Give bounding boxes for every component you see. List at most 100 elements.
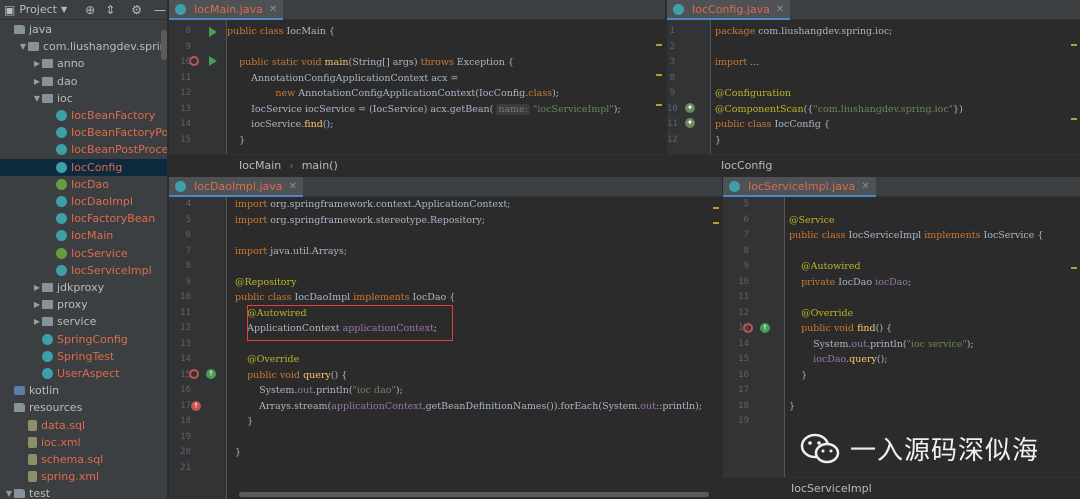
breadcrumb-item[interactable]: main() xyxy=(302,159,338,172)
project-scrollbar[interactable] xyxy=(161,30,167,60)
run-icon[interactable] xyxy=(209,27,217,37)
code-line[interactable]: System.out.println("ioc dao"); xyxy=(235,383,722,399)
expand-down-icon[interactable]: ▼ xyxy=(4,489,14,498)
tree-item[interactable]: ▶IocBeanFactoryPostPro xyxy=(0,124,167,141)
close-icon[interactable]: ✕ xyxy=(289,181,297,192)
code-line[interactable]: } xyxy=(789,368,1080,384)
code-area[interactable]: package com.liushangdev.spring.ioc; impor… xyxy=(715,20,1080,154)
code-line[interactable] xyxy=(789,414,1080,430)
tree-item[interactable]: ▶ proxy xyxy=(0,296,167,313)
project-view-icon[interactable]: ▣ xyxy=(4,3,15,17)
code-line[interactable] xyxy=(235,461,722,477)
gear-icon[interactable]: ⚙ xyxy=(131,3,142,17)
code-line[interactable] xyxy=(789,290,1080,306)
expand-right-icon[interactable]: ▶ xyxy=(32,283,42,292)
tree-item[interactable]: ▶SpringConfig xyxy=(0,331,167,348)
code-line[interactable]: public class IocServiceImpl implements I… xyxy=(789,228,1080,244)
tree-item[interactable]: ▶kotlin xyxy=(0,382,167,399)
code-line[interactable]: System.out.println("ioc service"); xyxy=(789,337,1080,353)
tree-item[interactable]: ▶resources xyxy=(0,399,167,416)
expand-right-icon[interactable]: ▶ xyxy=(32,300,42,309)
warning-marker[interactable] xyxy=(656,74,662,76)
close-icon[interactable]: ✕ xyxy=(776,4,784,15)
expand-down-icon[interactable]: ▼ xyxy=(32,94,42,103)
code-line[interactable]: iocService.find(); xyxy=(227,117,665,133)
code-line[interactable]: } xyxy=(235,445,722,461)
chevron-down-icon[interactable]: ▼ xyxy=(61,5,67,14)
code-line[interactable]: @Autowired xyxy=(789,259,1080,275)
run-icon[interactable] xyxy=(209,56,217,66)
warning-marker[interactable] xyxy=(1071,118,1077,120)
tree-item[interactable]: ▼ ioc xyxy=(0,90,167,107)
bean-icon[interactable]: ✦ xyxy=(685,103,695,113)
tree-item[interactable]: ▶ioc.xml xyxy=(0,434,167,451)
expand-right-icon[interactable]: ▶ xyxy=(32,317,42,326)
tree-item[interactable]: ▶UserAspect xyxy=(0,365,167,382)
code-line[interactable]: @Repository xyxy=(235,275,722,291)
code-area[interactable]: public class IocMain { public static voi… xyxy=(227,20,665,154)
code-line[interactable]: public void query() { xyxy=(235,368,722,384)
code-line[interactable] xyxy=(789,383,1080,399)
crosshair-icon[interactable]: ⊕ xyxy=(85,3,95,17)
tree-item[interactable]: ▼ com.liushangdev.spring xyxy=(0,38,167,55)
code-line[interactable]: AnnotationConfigApplicationContext acx = xyxy=(227,71,665,87)
tree-item[interactable]: ▶spring.xml xyxy=(0,468,167,485)
tree-item[interactable]: ▶ dao xyxy=(0,73,167,90)
code-line[interactable]: } xyxy=(789,399,1080,415)
tree-item[interactable]: ▶ service xyxy=(0,313,167,330)
code-line[interactable]: public class IocDaoImpl implements IocDa… xyxy=(235,290,722,306)
tree-item[interactable]: ▶SpringTest xyxy=(0,348,167,365)
tree-item[interactable]: ▶IocServiceImpl xyxy=(0,262,167,279)
code-line[interactable]: Arrays.stream(applicationContext.getBean… xyxy=(235,399,722,415)
code-area[interactable]: import org.springframework.context.Appli… xyxy=(235,197,722,499)
code-line[interactable] xyxy=(235,228,722,244)
code-line[interactable]: IocService iocService = (IocService) acx… xyxy=(227,102,665,118)
implements-icon[interactable]: ↑ xyxy=(760,323,770,333)
close-icon[interactable]: ✕ xyxy=(861,181,869,192)
code-line[interactable]: @Override xyxy=(235,352,722,368)
code-line[interactable] xyxy=(789,197,1080,213)
code-line[interactable] xyxy=(235,430,722,446)
code-line[interactable]: iocDao.query(); xyxy=(789,352,1080,368)
code-line[interactable]: } xyxy=(235,414,722,430)
tree-item[interactable]: ▶IocConfig xyxy=(0,158,167,176)
tree-item[interactable]: ▶data.sql xyxy=(0,417,167,434)
warning-marker[interactable] xyxy=(1071,44,1077,46)
bean-icon[interactable]: ✦ xyxy=(685,118,695,128)
tree-item[interactable]: ▶IocFactoryBean xyxy=(0,210,167,227)
code-line[interactable]: public class IocConfig { xyxy=(715,117,1080,133)
code-line[interactable]: import java.util.Arrays; xyxy=(235,244,722,260)
code-line[interactable]: private IocDao iocDao; xyxy=(789,275,1080,291)
code-line[interactable]: import org.springframework.stereotype.Re… xyxy=(235,213,722,229)
close-icon[interactable]: ✕ xyxy=(269,4,277,15)
tab-iocmain[interactable]: IocMain.java ✕ xyxy=(169,0,284,20)
tree-item[interactable]: ▶IocMain xyxy=(0,227,167,244)
code-line[interactable] xyxy=(789,244,1080,260)
expand-down-icon[interactable]: ▼ xyxy=(18,42,28,51)
tree-item[interactable]: ▼ test xyxy=(0,485,167,499)
code-line[interactable] xyxy=(235,259,722,275)
tree-item[interactable]: ▶IocDao xyxy=(0,176,167,193)
code-line[interactable]: @Override xyxy=(789,306,1080,322)
warning-marker[interactable] xyxy=(656,104,662,106)
tree-item[interactable]: ▶IocService xyxy=(0,245,167,262)
tree-item[interactable]: ▶java xyxy=(0,21,167,38)
code-line[interactable] xyxy=(715,71,1080,87)
expand-right-icon[interactable]: ▶ xyxy=(32,59,42,68)
warning-marker[interactable] xyxy=(713,207,719,209)
code-line[interactable]: @Configuration xyxy=(715,86,1080,102)
collapse-all-icon[interactable]: ⇕ xyxy=(105,3,115,17)
tree-item[interactable]: ▶ anno xyxy=(0,55,167,72)
tree-item[interactable]: ▶ jdkproxy xyxy=(0,279,167,296)
warning-marker[interactable] xyxy=(713,222,719,224)
tree-item[interactable]: ▶IocBeanPostProcessor xyxy=(0,141,167,158)
project-view-title[interactable]: Project xyxy=(19,3,57,16)
code-line[interactable] xyxy=(715,40,1080,56)
code-line[interactable]: package com.liushangdev.spring.ioc; xyxy=(715,24,1080,40)
code-line[interactable]: public class IocMain { xyxy=(227,24,665,40)
code-line[interactable] xyxy=(227,40,665,56)
warning-marker[interactable] xyxy=(656,44,662,46)
tab-iocserviceimpl[interactable]: IocServiceImpl.java ✕ xyxy=(723,177,876,197)
tree-item[interactable]: ▶IocBeanFactory xyxy=(0,107,167,124)
override-icon[interactable]: ↑ xyxy=(191,401,201,411)
